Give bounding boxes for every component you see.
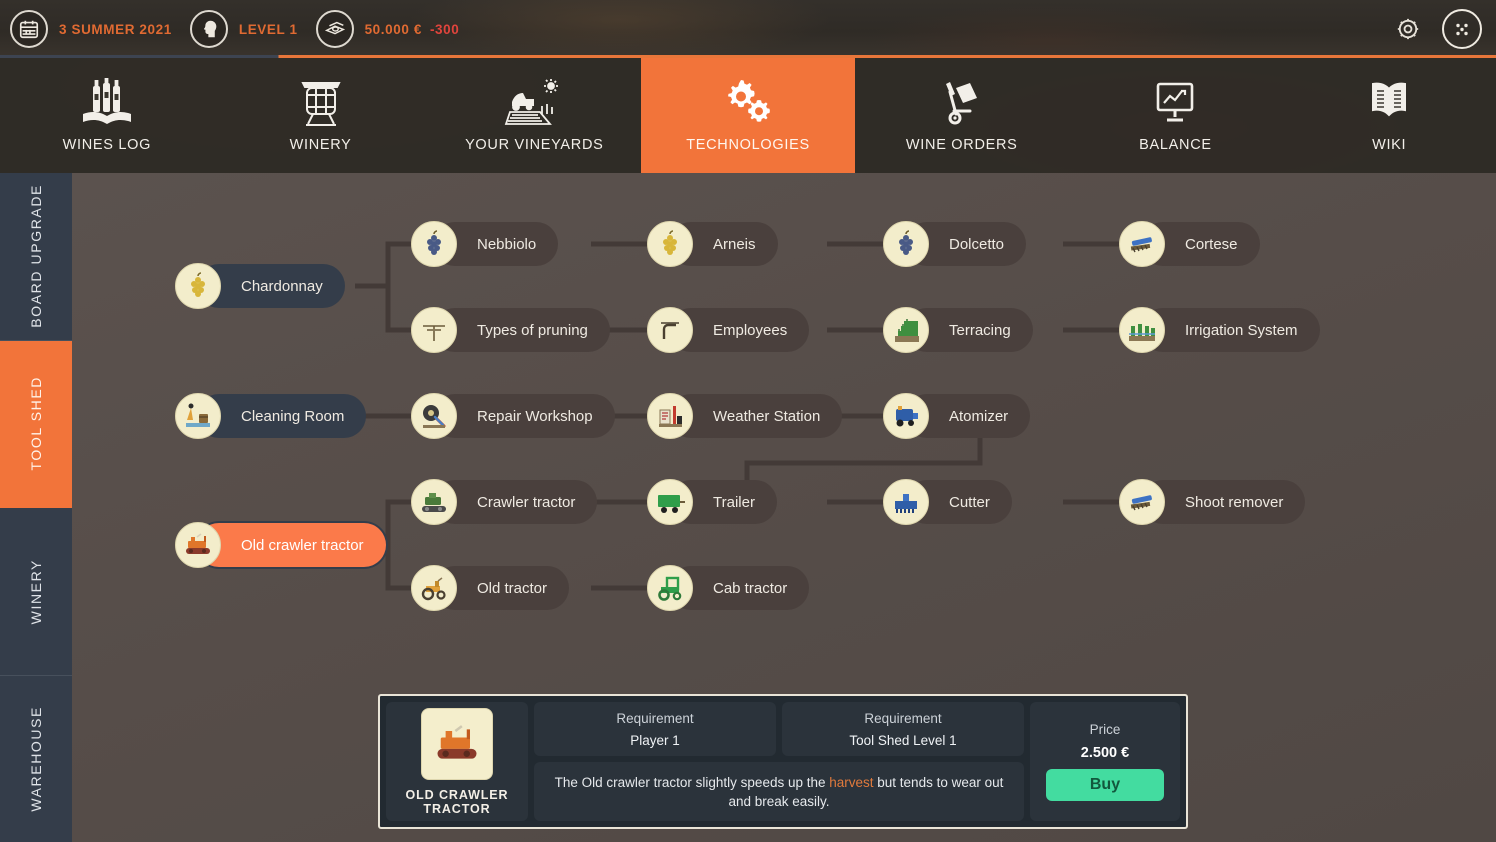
crawler-tractor-icon — [411, 479, 457, 525]
nav-label: WINERY — [289, 137, 352, 153]
tech-node-label: Types of pruning — [433, 308, 610, 352]
sidebar-item-warehouse[interactable]: WAREHOUSE — [0, 675, 72, 842]
nav-label: BALANCE — [1139, 137, 1212, 153]
sidebar-item-label: WINERY — [27, 558, 44, 624]
nav-label: TECHNOLOGIES — [686, 137, 810, 153]
nav-item-wiki[interactable]: WIKI — [1282, 58, 1496, 173]
tech-node-label: Weather Station — [669, 394, 843, 438]
level-stat: LEVEL 1 — [189, 0, 316, 58]
description-pre: The Old crawler tractor slightly speeds … — [554, 774, 830, 790]
gears-icon — [720, 78, 776, 128]
money-icon — [315, 10, 354, 48]
topbar-actions — [1388, 9, 1482, 49]
dark-grapes-icon — [883, 221, 929, 267]
nav-item-balance[interactable]: BALANCE — [1068, 58, 1283, 173]
blue-tool-icon — [1119, 221, 1165, 267]
nav-item-wines-log[interactable]: WINES LOG — [0, 58, 214, 173]
terracing-icon — [883, 307, 929, 353]
dark-grapes-icon — [411, 221, 457, 267]
calendar-icon — [10, 10, 48, 48]
requirement-tool-shed: Requirement Tool Shed Level 1 — [782, 702, 1024, 756]
detail-item-card: OLD CRAWLER TRACTOR — [386, 702, 528, 821]
detail-info-column: Requirement Player 1 Requirement Tool Sh… — [534, 702, 1024, 821]
pruning-icon — [411, 307, 457, 353]
requirement-label: Requirement — [864, 710, 942, 726]
price-label: Price — [1089, 722, 1121, 737]
main-navigation: WINES LOG WINERY YOUR VINEYARDS TECHNOLO… — [0, 58, 1496, 173]
requirement-value: Player 1 — [630, 732, 680, 748]
detail-title: OLD CRAWLER TRACTOR — [405, 787, 509, 816]
white-grapes-icon — [647, 221, 693, 267]
old-crawler-icon — [175, 522, 221, 568]
requirement-label: Requirement — [616, 710, 694, 726]
wine-bottles-icon — [79, 78, 135, 128]
top-status-bar: 3 SUMMER 2021 LEVEL 1 50.000 € -300 — [0, 0, 1496, 58]
nav-label: WINE ORDERS — [905, 137, 1018, 153]
old-crawler-icon — [421, 707, 493, 780]
description-highlight: harvest — [829, 774, 874, 790]
sidebar-item-board-upgrade[interactable]: BOARD UPGRADE — [0, 173, 72, 341]
category-sidebar: BOARD UPGRADE TOOL SHED WINERY WAREHOUSE — [0, 173, 72, 842]
sidebar-item-tool-shed[interactable]: TOOL SHED — [0, 340, 72, 508]
gear-icon[interactable] — [1388, 9, 1428, 49]
nav-item-winery[interactable]: WINERY — [213, 58, 428, 173]
detail-requirements-row: Requirement Player 1 Requirement Tool Sh… — [534, 702, 1024, 756]
game-screen: 3 SUMMER 2021 LEVEL 1 50.000 € -300 WINE… — [0, 0, 1496, 842]
sidebar-item-label: WAREHOUSE — [27, 705, 44, 812]
requirement-player: Requirement Player 1 — [534, 702, 776, 756]
barrel-icon — [294, 78, 348, 128]
hand-truck-icon — [934, 78, 990, 128]
money-stat: 50.000 € -300 — [315, 0, 478, 58]
description-text: The Old crawler tractor slightly speeds … — [550, 773, 1008, 811]
tech-node-label: Crawler tractor — [433, 480, 598, 524]
cutter-icon — [883, 479, 929, 525]
nav-item-technologies[interactable]: TECHNOLOGIES — [641, 58, 855, 173]
vineyard-icon — [504, 78, 564, 128]
nav-label: WINES LOG — [62, 137, 152, 153]
level-value: LEVEL 1 — [238, 21, 298, 37]
date-stat: 3 SUMMER 2021 — [10, 0, 190, 58]
tech-node-label: Old crawler tractor — [197, 523, 386, 567]
sidebar-item-label: BOARD UPGRADE — [27, 184, 44, 329]
old-tractor-icon — [411, 565, 457, 611]
open-book-icon — [1361, 78, 1417, 128]
white-grapes-icon — [175, 263, 221, 309]
atomizer-icon — [883, 393, 929, 439]
trailer-icon — [647, 479, 693, 525]
tech-node-label: Cleaning Room — [197, 394, 367, 438]
price-value: 2.500 € — [1080, 745, 1130, 761]
money-amount: 50.000 € — [364, 21, 422, 37]
buy-button[interactable]: Buy — [1046, 769, 1164, 801]
cleaning-icon — [175, 393, 221, 439]
weather-icon — [647, 393, 693, 439]
tech-node-label: Shoot remover — [1141, 480, 1306, 524]
requirement-value: Tool Shed Level 1 — [849, 732, 957, 748]
sidebar-item-winery[interactable]: WINERY — [0, 508, 72, 676]
menu-dots-icon[interactable] — [1442, 9, 1482, 49]
detail-price-card: Price 2.500 € Buy — [1030, 702, 1180, 821]
nav-label: WIKI — [1372, 137, 1407, 153]
monitor-chart-icon — [1148, 78, 1202, 128]
irrigation-icon — [1119, 307, 1165, 353]
tech-node-label: Repair Workshop — [433, 394, 615, 438]
cab-tractor-icon — [647, 565, 693, 611]
money-value: 50.000 € -300 — [365, 22, 460, 37]
nav-item-wine-orders[interactable]: WINE ORDERS — [854, 58, 1069, 173]
detail-description: The Old crawler tractor slightly speeds … — [534, 762, 1024, 821]
employee-icon — [647, 307, 693, 353]
repair-icon — [411, 393, 457, 439]
nav-label: YOUR VINEYARDS — [465, 137, 604, 153]
tech-detail-panel: OLD CRAWLER TRACTOR Requirement Player 1… — [378, 694, 1188, 829]
tech-node-label: Irrigation System — [1141, 308, 1320, 352]
person-icon — [189, 10, 228, 48]
shoot-remover-icon — [1119, 479, 1165, 525]
date-value: 3 SUMMER 2021 — [59, 21, 172, 37]
money-delta: -300 — [429, 21, 460, 37]
nav-item-your-vineyards[interactable]: YOUR VINEYARDS — [427, 58, 642, 173]
sidebar-item-label: TOOL SHED — [27, 376, 44, 472]
